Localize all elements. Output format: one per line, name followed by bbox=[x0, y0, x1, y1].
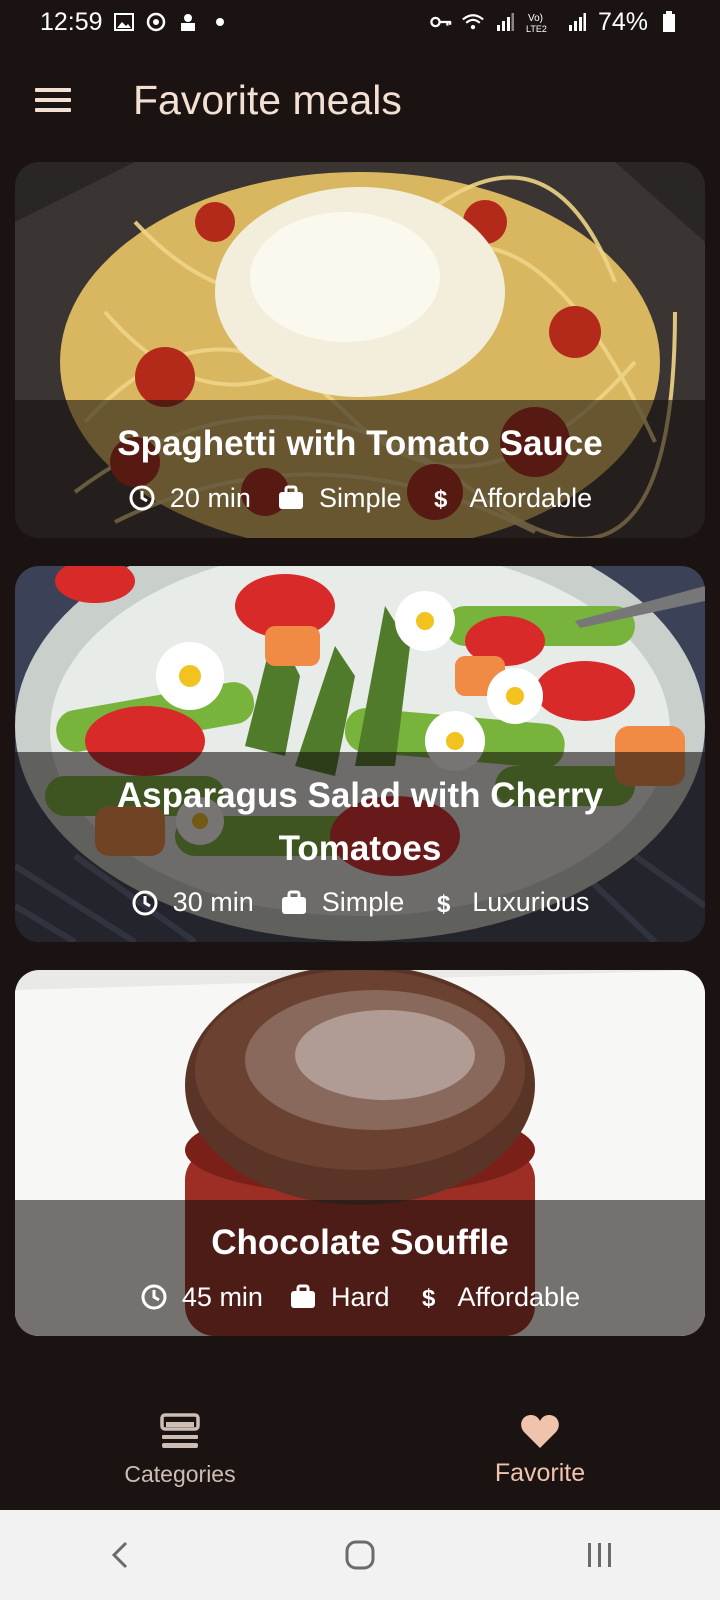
recents-icon bbox=[588, 1543, 611, 1567]
meal-title: Chocolate Souffle bbox=[211, 1223, 509, 1263]
svg-text:Vo): Vo) bbox=[528, 13, 543, 24]
signal-icon bbox=[494, 11, 516, 33]
svg-text:$: $ bbox=[434, 486, 448, 512]
status-bar: 12:59 Vo) LTE2 74% bbox=[0, 0, 720, 44]
meal-overlay: Spaghetti with Tomato Sauce 20 min Simpl… bbox=[15, 400, 705, 538]
meal-complexity-text: Simple bbox=[321, 887, 405, 917]
meal-complexity: Simple bbox=[280, 887, 405, 918]
menu-icon bbox=[35, 88, 71, 112]
volte-icon: Vo) LTE2 bbox=[526, 11, 556, 33]
svg-text:$: $ bbox=[437, 891, 451, 917]
heart-icon bbox=[521, 1414, 559, 1448]
dollar-icon: $ bbox=[437, 891, 451, 917]
back-button[interactable] bbox=[80, 1525, 160, 1585]
meal-duration: 30 min bbox=[131, 887, 254, 918]
wifi-icon bbox=[462, 11, 484, 33]
home-button[interactable] bbox=[320, 1525, 400, 1585]
svg-text:$: $ bbox=[422, 1285, 436, 1311]
home-icon bbox=[345, 1540, 375, 1570]
meal-card-spaghetti[interactable]: Spaghetti with Tomato Sauce 20 min Simpl… bbox=[15, 162, 705, 538]
dollar-icon: $ bbox=[422, 1285, 436, 1311]
briefcase-icon bbox=[290, 1284, 315, 1309]
nav-label: Favorite bbox=[494, 1458, 586, 1487]
dollar-icon: $ bbox=[434, 486, 448, 512]
meal-overlay: Chocolate Souffle 45 min Hard $ Affordab… bbox=[15, 1200, 705, 1336]
back-icon bbox=[111, 1541, 128, 1569]
meal-duration-text: 45 min bbox=[181, 1281, 263, 1312]
dot-icon bbox=[209, 11, 231, 33]
signal-2-icon bbox=[566, 11, 588, 33]
clock-icon bbox=[141, 1284, 167, 1310]
svg-text:LTE2: LTE2 bbox=[526, 24, 547, 33]
meal-meta: 20 min Simple $ Affordable bbox=[128, 483, 592, 514]
recents-button[interactable] bbox=[560, 1525, 640, 1585]
meal-affordability-text: Affordable bbox=[457, 1281, 581, 1312]
meal-duration: 45 min bbox=[140, 1282, 263, 1313]
meal-complexity-text: Simple bbox=[318, 482, 402, 513]
briefcase-icon bbox=[281, 890, 306, 914]
app-bar: Favorite meals bbox=[0, 60, 720, 140]
meal-affordability: $ Affordable bbox=[427, 483, 592, 514]
dining-set-icon bbox=[160, 1412, 200, 1448]
meal-title: Spaghetti with Tomato Sauce bbox=[117, 424, 603, 464]
system-navigation-bar bbox=[0, 1510, 720, 1600]
meal-list: Spaghetti with Tomato Sauce 20 min Simpl… bbox=[15, 162, 705, 1364]
menu-button[interactable] bbox=[27, 74, 79, 126]
briefcase-icon bbox=[278, 485, 303, 510]
meal-duration: 20 min bbox=[128, 483, 251, 514]
meal-card-chocolate-souffle[interactable]: Chocolate Souffle 45 min Hard $ Affordab… bbox=[15, 970, 705, 1336]
status-time: 12:59 bbox=[40, 7, 103, 36]
vpn-key-icon bbox=[430, 11, 452, 33]
clock-icon bbox=[129, 485, 155, 511]
meal-complexity-text: Hard bbox=[330, 1281, 390, 1312]
meal-title: Asparagus Salad with Cherry Tomatoes bbox=[116, 776, 604, 868]
meal-complexity: Simple bbox=[277, 482, 402, 514]
meal-affordability: $ Affordable bbox=[415, 1282, 580, 1313]
battery-icon bbox=[658, 11, 680, 33]
nav-label: Categories bbox=[124, 1460, 236, 1487]
clock-icon bbox=[132, 890, 158, 915]
bottom-navigation: Categories Favorite bbox=[0, 1390, 720, 1510]
page-title: Favorite meals bbox=[133, 76, 402, 123]
meal-duration-text: 30 min bbox=[172, 887, 254, 917]
battery-percent: 74% bbox=[597, 7, 648, 36]
meal-overlay: Asparagus Salad with Cherry Tomatoes 30 … bbox=[15, 752, 705, 942]
status-right: Vo) LTE2 74% bbox=[430, 8, 680, 37]
meal-meta: 30 min Simple $ Luxurious bbox=[131, 887, 589, 918]
meal-card-asparagus[interactable]: Asparagus Salad with Cherry Tomatoes 30 … bbox=[15, 566, 705, 942]
meal-affordability: $ Luxurious bbox=[430, 887, 589, 918]
gallery-notification-icon bbox=[113, 11, 135, 33]
meal-complexity: Hard bbox=[289, 1281, 390, 1313]
meal-affordability-text: Affordable bbox=[469, 482, 593, 513]
nav-item-favorite[interactable]: Favorite bbox=[360, 1390, 720, 1510]
meal-meta: 45 min Hard $ Affordable bbox=[140, 1282, 580, 1313]
meal-affordability-text: Luxurious bbox=[472, 887, 590, 917]
sync-notification-icon bbox=[145, 11, 167, 33]
meal-duration-text: 20 min bbox=[169, 482, 251, 513]
nav-item-categories[interactable]: Categories bbox=[0, 1390, 360, 1510]
status-left: 12:59 bbox=[40, 8, 231, 37]
account-notification-icon bbox=[177, 11, 199, 33]
